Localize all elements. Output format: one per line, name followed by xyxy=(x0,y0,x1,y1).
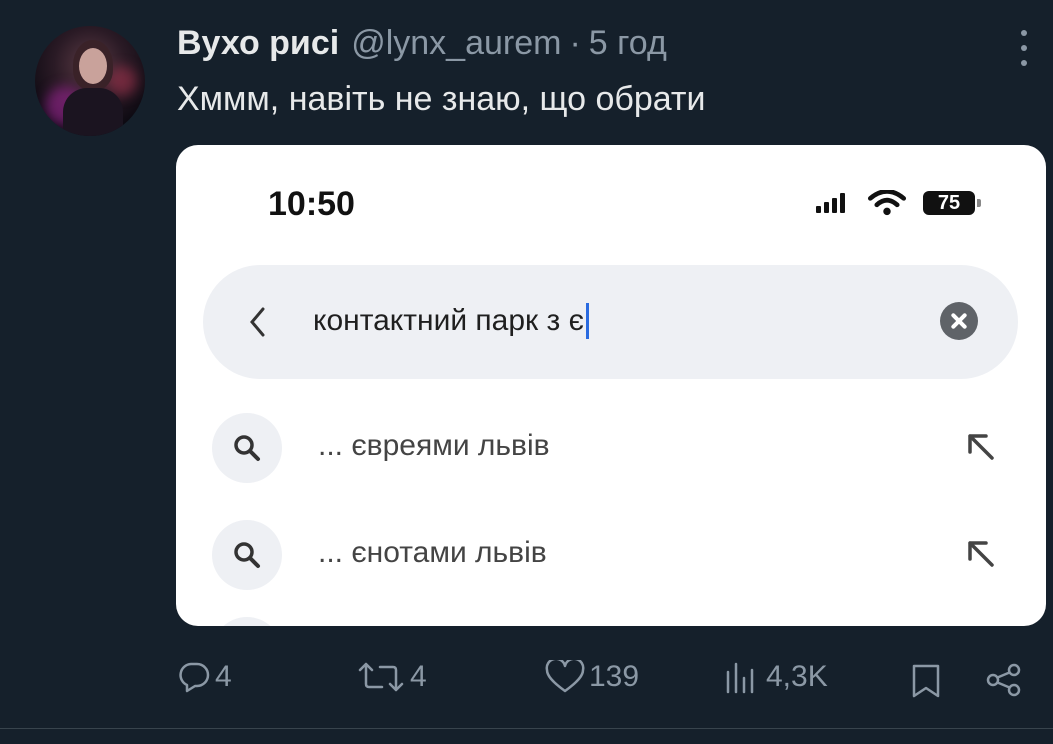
bookmark-icon[interactable] xyxy=(910,664,942,698)
like-count: 139 xyxy=(589,660,640,693)
tweet-media-image[interactable]: 10:50 75 контактний парк з є ... євреями… xyxy=(176,145,1046,626)
text-caret xyxy=(585,303,589,339)
suggestion-item-partial xyxy=(212,617,282,626)
tweet-header: Вухо рисі @lynx_aurem · 5 год xyxy=(177,24,667,64)
search-bar[interactable]: контактний парк з є xyxy=(203,265,1018,379)
search-input-text: контактний парк з є xyxy=(313,304,584,337)
battery-icon: 75 xyxy=(923,191,981,215)
search-input[interactable]: контактний парк з є xyxy=(313,303,589,339)
tweet-actions: 4 4 139 4,3K xyxy=(0,650,1053,710)
retweet-count: 4 xyxy=(410,660,427,693)
share-icon[interactable] xyxy=(984,662,1024,698)
suggestion-item[interactable]: ... єнотами львів xyxy=(176,510,1046,600)
retweet-icon xyxy=(358,662,404,692)
tweet-text: Хммм, навіть не знаю, що обрати xyxy=(177,80,706,118)
fill-query-arrow-icon[interactable] xyxy=(964,430,998,464)
wifi-icon xyxy=(867,190,907,216)
display-name[interactable]: Вухо рисі xyxy=(177,24,339,63)
suggestion-label: ... євреями львів xyxy=(318,429,550,462)
views-count: 4,3K xyxy=(766,660,828,693)
reply-count: 4 xyxy=(215,660,232,693)
divider xyxy=(0,728,1053,729)
reply-icon xyxy=(179,662,210,693)
user-handle[interactable]: @lynx_aurem xyxy=(351,24,561,63)
like-button[interactable]: 139 xyxy=(545,660,639,694)
timestamp[interactable]: 5 год xyxy=(589,24,667,63)
avatar[interactable] xyxy=(35,26,145,136)
suggestion-label: ... єнотами львів xyxy=(318,536,547,569)
retweet-button[interactable]: 4 xyxy=(356,660,427,694)
views-button[interactable]: 4,3K xyxy=(722,660,828,694)
suggestion-item[interactable]: ... євреями львів xyxy=(176,403,1046,493)
reply-button[interactable]: 4 xyxy=(177,660,232,694)
analytics-icon xyxy=(726,662,754,694)
search-icon xyxy=(212,413,282,483)
phone-clock: 10:50 xyxy=(268,185,355,223)
cellular-signal-icon xyxy=(816,193,845,213)
separator: · xyxy=(569,24,581,62)
phone-status-icons: 75 xyxy=(816,190,981,216)
more-options-icon[interactable] xyxy=(1014,30,1034,66)
search-icon xyxy=(212,520,282,590)
heart-icon xyxy=(545,660,585,693)
fill-query-arrow-icon[interactable] xyxy=(964,537,998,571)
clear-search-icon[interactable] xyxy=(940,302,978,340)
back-chevron-icon[interactable] xyxy=(243,303,273,341)
